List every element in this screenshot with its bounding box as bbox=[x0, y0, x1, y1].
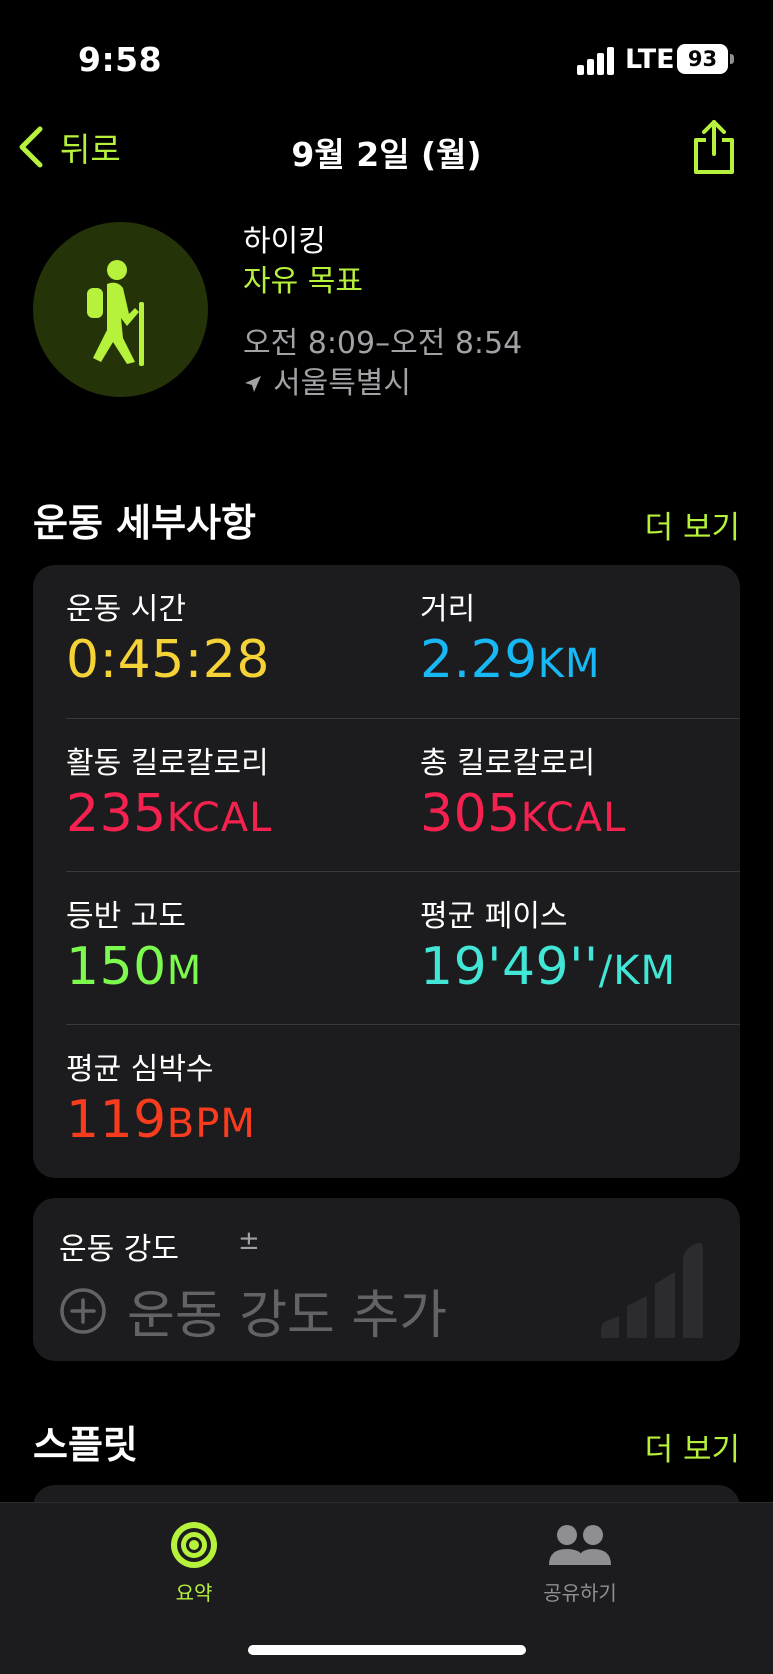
metric-avg-pace: 평균 페이스 19'49''/KM bbox=[420, 898, 676, 1002]
metric-value: 0:45:28 bbox=[66, 630, 270, 690]
intensity-label: 운동 강도 bbox=[59, 1232, 179, 1267]
activity-icon-circle bbox=[33, 222, 208, 397]
intensity-bars-icon bbox=[601, 1242, 703, 1338]
people-icon bbox=[549, 1525, 611, 1565]
metric-active-calories: 활동 킬로칼로리 235KCAL bbox=[66, 745, 272, 849]
metric-duration: 운동 시간 0:45:28 bbox=[66, 591, 270, 695]
details-more-button[interactable]: 더 보기 bbox=[645, 502, 740, 547]
plus-minus-icon: ± bbox=[238, 1226, 260, 1256]
activity-goal: 자유 목표 bbox=[243, 264, 363, 299]
workout-info: 하이킹 자유 목표 오전 8:09–오전 8:54 서울특별시 bbox=[243, 222, 522, 404]
metric-label: 평균 심박수 bbox=[66, 1052, 214, 1087]
status-bar: 9:58 LTE 93 bbox=[0, 0, 773, 120]
metric-value: 119BPM bbox=[66, 1090, 256, 1150]
activity-name: 하이킹 bbox=[243, 224, 326, 259]
tab-sharing[interactable]: 공유하기 bbox=[510, 1519, 650, 1606]
page-title: 9월 2일 (월) bbox=[291, 135, 482, 174]
battery-level: 93 bbox=[677, 44, 728, 74]
metric-value: 305KCAL bbox=[420, 784, 627, 844]
workout-detail-screen: 9:58 LTE 93 뒤로 9월 2일 (월) 하이킹 자유 목표 오전 8:… bbox=[0, 0, 773, 1674]
add-intensity-label: 운동 강도 추가 bbox=[127, 1286, 448, 1346]
metric-value: 2.29KM bbox=[420, 630, 601, 690]
location-arrow-icon bbox=[245, 376, 261, 392]
home-indicator[interactable] bbox=[248, 1645, 526, 1655]
signal-strength-icon bbox=[577, 47, 617, 75]
intensity-card[interactable]: 운동 강도 ± 운동 강도 추가 bbox=[33, 1198, 740, 1361]
tab-label: 요약 bbox=[175, 1581, 213, 1605]
plus-circle-icon bbox=[60, 1287, 106, 1334]
details-section-title: 운동 세부사항 bbox=[33, 501, 256, 545]
share-button[interactable] bbox=[690, 118, 738, 176]
activity-rings-icon bbox=[171, 1522, 217, 1568]
metric-value: 235KCAL bbox=[66, 784, 273, 844]
share-icon bbox=[694, 120, 734, 174]
status-time: 9:58 bbox=[78, 40, 163, 79]
battery-icon: 93 bbox=[677, 44, 734, 74]
network-type: LTE bbox=[625, 44, 675, 75]
divider bbox=[66, 1024, 740, 1025]
metric-label: 등반 고도 bbox=[66, 899, 186, 934]
metric-value: 19'49''/KM bbox=[420, 937, 676, 997]
metric-distance: 거리 2.29KM bbox=[420, 591, 601, 695]
divider bbox=[66, 871, 740, 872]
tab-summary[interactable]: 요약 bbox=[124, 1519, 264, 1606]
add-intensity-button[interactable]: 운동 강도 추가 bbox=[59, 1273, 447, 1348]
splits-more-button[interactable]: 더 보기 bbox=[645, 1424, 740, 1469]
metric-label: 활동 킬로칼로리 bbox=[66, 746, 269, 781]
splits-section-title: 스플릿 bbox=[33, 1423, 138, 1467]
metric-value: 150M bbox=[66, 937, 203, 997]
divider bbox=[66, 718, 740, 719]
metric-label: 운동 시간 bbox=[66, 592, 186, 627]
metric-elevation-gain: 등반 고도 150M bbox=[66, 898, 202, 1002]
hiking-icon bbox=[87, 260, 144, 366]
metric-label: 총 킬로칼로리 bbox=[420, 746, 596, 781]
activity-location: 서울특별시 bbox=[243, 364, 522, 404]
metric-label: 평균 페이스 bbox=[420, 899, 568, 934]
metric-avg-heart-rate: 평균 심박수 119BPM bbox=[66, 1051, 256, 1155]
tab-label: 공유하기 bbox=[543, 1581, 617, 1605]
activity-time-range: 오전 8:09–오전 8:54 bbox=[243, 326, 523, 361]
metric-label: 거리 bbox=[420, 592, 476, 627]
location-label: 서울특별시 bbox=[273, 366, 411, 401]
metric-total-calories: 총 킬로칼로리 305KCAL bbox=[420, 745, 626, 849]
details-card: 운동 시간 0:45:28 거리 2.29KM 활동 킬로칼로리 235KCAL… bbox=[33, 565, 740, 1178]
